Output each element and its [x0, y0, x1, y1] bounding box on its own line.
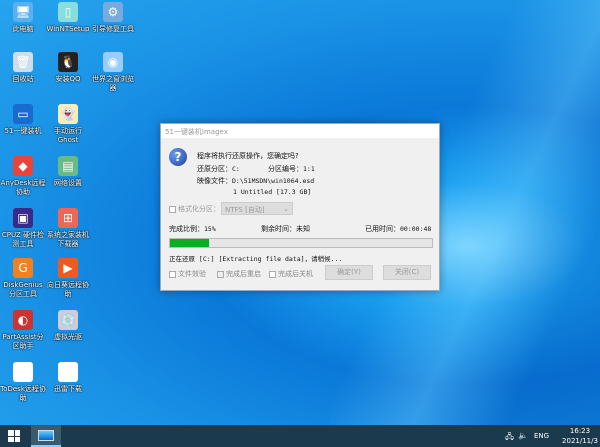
- start-button[interactable]: [8, 430, 20, 442]
- icon-label: 向日葵远程协助: [47, 281, 89, 298]
- icon-label: WinNTSetup: [46, 25, 90, 33]
- partition-value: C:: [232, 165, 240, 173]
- elapsed-label: 已用时间：: [365, 225, 400, 233]
- shutdown-checkbox[interactable]: 完成后关机: [269, 269, 313, 279]
- icon-label: 安装QQ: [55, 75, 81, 83]
- icon-label: 虚拟光驱: [54, 333, 82, 341]
- desktop-icon[interactable]: 🖥 此电脑: [0, 2, 46, 34]
- clock-time[interactable]: 16:23: [562, 427, 598, 435]
- app-icon: ▭: [13, 104, 33, 124]
- app-icon: ▤: [58, 156, 78, 176]
- app-icon: 🗑: [13, 52, 33, 72]
- taskbar-app-51[interactable]: [31, 425, 61, 447]
- desktop-icon[interactable]: 🗑 回收站: [0, 52, 46, 84]
- desktop-icon[interactable]: ▯ WinNTSetup: [45, 2, 91, 34]
- desktop-icon[interactable]: ⊞ 系统之家装机下载器: [45, 208, 91, 249]
- volume-icon[interactable]: 🔈: [518, 431, 528, 440]
- format-select[interactable]: NTFS [自动] ⌄: [221, 202, 293, 215]
- elapsed-value: 00:00:48: [400, 225, 432, 233]
- desktop-icon[interactable]: ◐ PartAssist分区助手: [0, 310, 46, 351]
- close-button[interactable]: 关闭(C): [383, 265, 431, 280]
- icon-label: 手动运行Ghost: [54, 127, 82, 144]
- imagex-dialog: 51一键装机Imagex ? 程序将执行还原操作，您确定吗? 还原分区：C: 分…: [160, 123, 440, 291]
- progress-label: 完成比例：: [169, 225, 204, 233]
- status-text: 正在还原 [C:] [Extracting file data]，请稍候...: [169, 255, 343, 263]
- app-icon: ◐: [13, 310, 33, 330]
- desktop-icon[interactable]: ▭ 51一键装机: [0, 104, 46, 136]
- icon-label: 引导修复工具: [92, 25, 134, 33]
- image-label: 映像文件：: [197, 177, 232, 185]
- format-label: 格式化分区：: [178, 205, 220, 213]
- image-value: D:\51MSDN\win1064.esd: [232, 177, 315, 185]
- icon-label: 系统之家装机下载器: [47, 231, 89, 248]
- app-icon: ◉: [103, 52, 123, 72]
- icon-label: AnyDesk远程协助: [0, 179, 46, 196]
- app-icon: 💿: [58, 310, 78, 330]
- desktop-icon[interactable]: 🐧 安装QQ: [45, 52, 91, 84]
- language-indicator[interactable]: ENG: [534, 432, 549, 440]
- clock-date[interactable]: 2021/11/3: [562, 437, 598, 445]
- app-icon: 👻: [58, 104, 78, 124]
- icon-label: 51一键装机: [4, 127, 42, 135]
- desktop-icon[interactable]: ▤ 网络设置: [45, 156, 91, 188]
- question-icon: ?: [169, 148, 187, 166]
- app-icon: ⊞: [58, 208, 78, 228]
- icon-label: 网络设置: [54, 179, 82, 187]
- desktop-icon[interactable]: ▣ CPUZ 硬件检测工具: [0, 208, 46, 249]
- icon-label: 迅雷下载: [54, 385, 82, 393]
- monitor-icon: [38, 430, 54, 441]
- app-icon: 🐧: [58, 52, 78, 72]
- app-icon: ▣: [13, 208, 33, 228]
- verify-checkbox[interactable]: 文件效验: [169, 269, 206, 279]
- taskbar: 🖧 🔈 ENG 16:23 2021/11/3: [0, 425, 600, 447]
- desktop-icon[interactable]: ◆ AnyDesk远程协助: [0, 156, 46, 197]
- icon-label: 世界之窗浏览器: [92, 75, 134, 92]
- desktop-icon[interactable]: ▶ 向日葵远程协助: [45, 258, 91, 299]
- partition-no-value: 1:1: [303, 165, 315, 173]
- question-text: 程序将执行还原操作，您确定吗?: [197, 152, 299, 160]
- desktop-icon[interactable]: ✈ 迅雷下载: [45, 362, 91, 394]
- desktop-icon[interactable]: T ToDesk远程协助: [0, 362, 46, 403]
- network-icon[interactable]: 🖧: [505, 431, 514, 445]
- icon-label: 回收站: [12, 75, 34, 83]
- app-icon: ▯: [58, 2, 78, 22]
- app-icon: ▶: [58, 258, 78, 278]
- progress-text: 15%: [204, 225, 216, 233]
- desktop-icon[interactable]: ◉ 世界之窗浏览器: [90, 52, 136, 93]
- desktop-icon[interactable]: G DiskGenius分区工具: [0, 258, 46, 299]
- chevron-down-icon: ⌄: [283, 205, 289, 213]
- icon-label: DiskGenius分区工具: [3, 281, 43, 298]
- reboot-checkbox[interactable]: 完成后重启: [217, 269, 261, 279]
- app-icon: ⚙: [103, 2, 123, 22]
- app-icon: ◆: [13, 156, 33, 176]
- app-icon: T: [13, 362, 33, 382]
- partition-label: 还原分区：: [197, 165, 232, 173]
- format-checkbox[interactable]: 格式化分区：: [169, 204, 220, 214]
- dialog-title: 51一键装机Imagex: [161, 124, 439, 138]
- progress-fill: [170, 239, 210, 247]
- remaining-value: 未知: [296, 225, 310, 233]
- checkbox-icon: [169, 205, 176, 213]
- format-value: NTFS [自动]: [225, 206, 265, 214]
- app-icon: ✈: [58, 362, 78, 382]
- app-icon: G: [13, 258, 33, 278]
- icon-label: ToDesk远程协助: [0, 385, 46, 402]
- desktop-icon[interactable]: 👻 手动运行Ghost: [45, 104, 91, 145]
- remaining-label: 剩余时间：: [261, 225, 296, 233]
- desktop-icon[interactable]: 💿 虚拟光驱: [45, 310, 91, 342]
- app-icon: 🖥: [13, 2, 33, 22]
- icon-label: CPUZ 硬件检测工具: [1, 231, 45, 248]
- image-sub: 1 Untitled [17.3 GB]: [233, 188, 312, 196]
- ok-button[interactable]: 确定(Y): [325, 265, 373, 280]
- partition-no-label: 分区编号：: [268, 165, 303, 173]
- desktop-icon[interactable]: ⚙ 引导修复工具: [90, 2, 136, 34]
- progress-bar: [169, 238, 433, 248]
- icon-label: PartAssist分区助手: [2, 333, 44, 350]
- icon-label: 此电脑: [12, 25, 34, 33]
